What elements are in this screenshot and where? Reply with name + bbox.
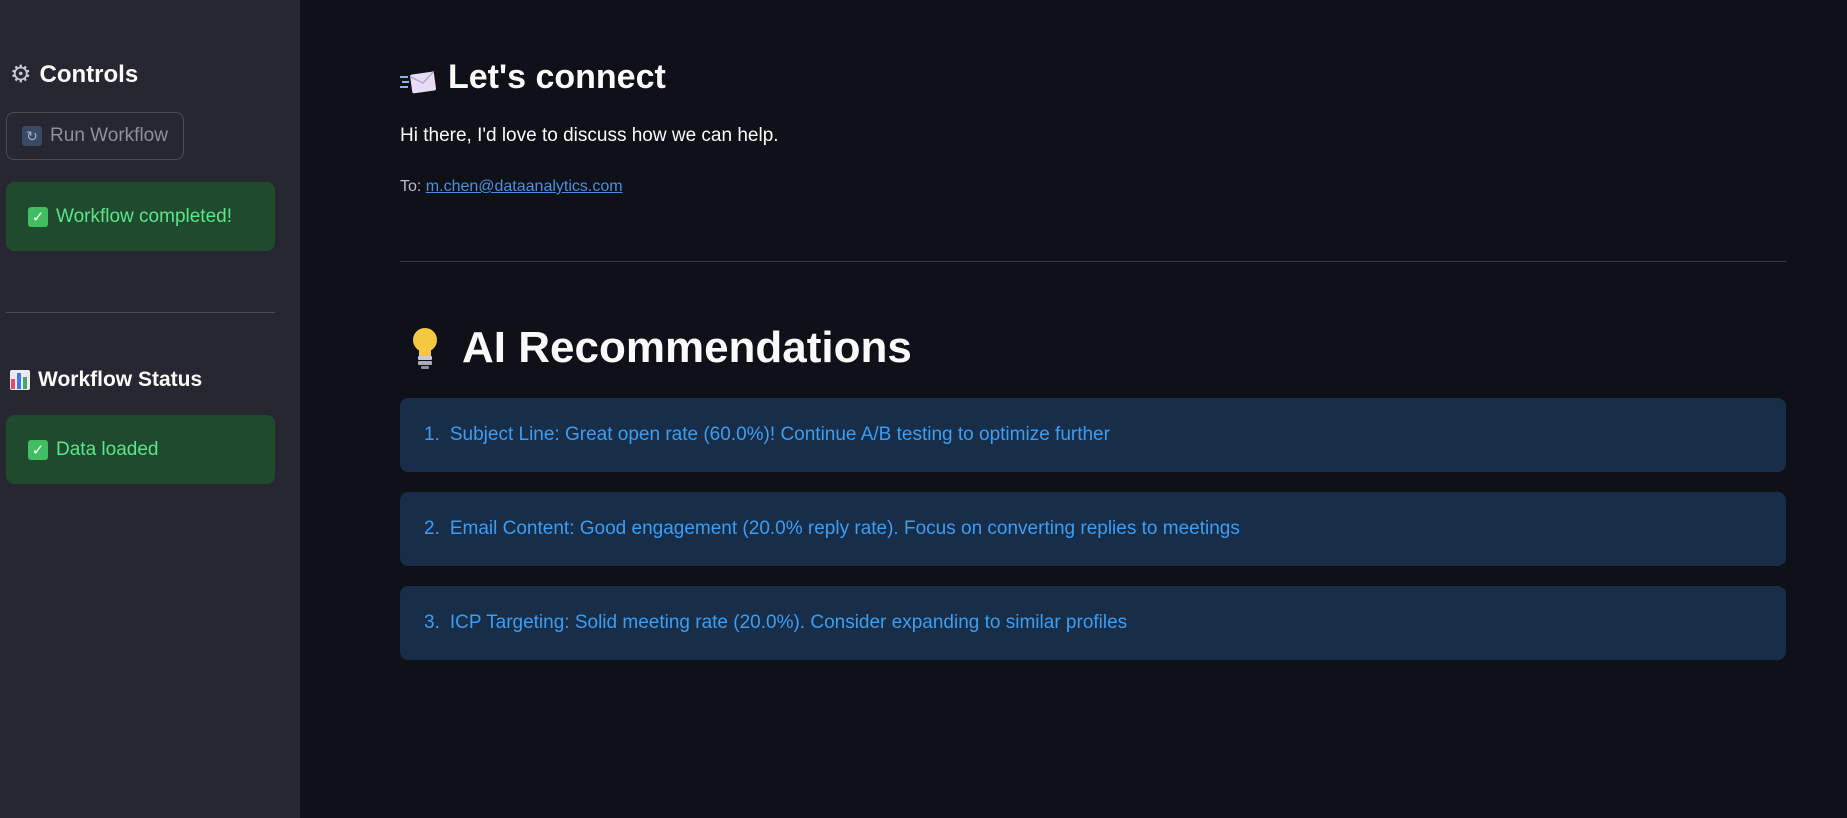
email-address-link[interactable]: m.chen@dataanalytics.com <box>426 178 623 195</box>
bar-chart-icon <box>10 370 30 390</box>
workflow-status-heading: Workflow Status <box>10 368 202 392</box>
recommendation-text: ICP Targeting: Solid meeting rate (20.0%… <box>449 612 1128 633</box>
app-root: ⚙ Controls ↻ Run Workflow ✓ Workflow com… <box>0 0 1847 818</box>
data-loaded-text: Data loaded <box>56 438 159 460</box>
run-workflow-label: Run Workflow <box>50 125 168 146</box>
recommendation-number: 2. <box>424 518 440 539</box>
to-label: To: <box>400 178 422 195</box>
recommendation-card: 1. Subject Line: Great open rate (60.0%)… <box>400 398 1786 472</box>
email-body: Hi there, I'd love to discuss how we can… <box>400 125 779 146</box>
email-heading: Let's connect <box>400 58 666 97</box>
recommendations-heading: AI Recommendations <box>410 323 912 373</box>
check-icon: ✓ <box>28 439 48 460</box>
controls-heading: ⚙ Controls <box>10 60 138 89</box>
incoming-envelope-icon <box>400 65 437 93</box>
recommendations-title: AI Recommendations <box>462 323 912 372</box>
sidebar: ⚙ Controls ↻ Run Workflow ✓ Workflow com… <box>0 0 300 818</box>
sidebar-divider <box>6 312 275 313</box>
recommendation-number: 1. <box>424 424 440 445</box>
recommendation-card: 3. ICP Targeting: Solid meeting rate (20… <box>400 586 1786 660</box>
recommendation-text: Email Content: Good engagement (20.0% re… <box>449 518 1240 539</box>
controls-title: Controls <box>39 60 139 88</box>
check-icon: ✓ <box>28 206 48 227</box>
section-divider <box>400 261 1786 262</box>
gear-icon: ⚙ <box>10 61 32 88</box>
workflow-status-title: Workflow Status <box>38 368 203 391</box>
recommendation-number: 3. <box>424 612 440 633</box>
workflow-completed-text: Workflow completed! <box>56 205 232 227</box>
email-title: Let's connect <box>448 58 666 96</box>
email-to-line: To: m.chen@dataanalytics.com <box>400 178 623 196</box>
run-workflow-button[interactable]: ↻ Run Workflow <box>6 112 184 160</box>
refresh-icon: ↻ <box>22 126 43 146</box>
workflow-completed-alert: ✓ Workflow completed! <box>6 182 275 251</box>
recommendation-text: Subject Line: Great open rate (60.0%)! C… <box>449 424 1110 445</box>
recommendation-card: 2. Email Content: Good engagement (20.0%… <box>400 492 1786 566</box>
data-loaded-alert: ✓ Data loaded <box>6 415 275 484</box>
lightbulb-icon <box>410 326 440 370</box>
